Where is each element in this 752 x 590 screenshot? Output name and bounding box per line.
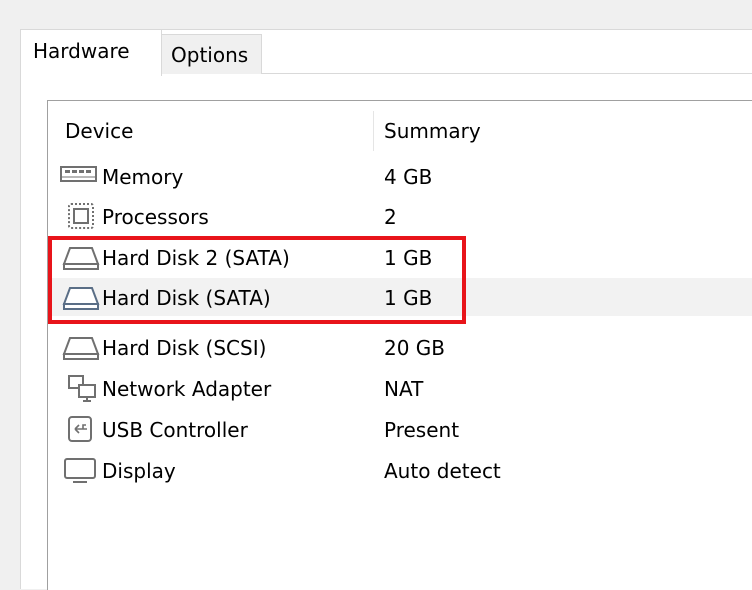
device-summary: 2 <box>384 205 397 229</box>
device-name: Processors <box>102 205 209 229</box>
tab-hardware[interactable]: Hardware <box>20 29 162 76</box>
device-row-hard-disk-scsi[interactable]: Hard Disk (SCSI) 20 GB <box>48 328 752 366</box>
device-summary: NAT <box>384 377 424 401</box>
memory-icon <box>58 161 100 191</box>
tab-options[interactable]: Options <box>162 34 262 74</box>
device-row-network-adapter[interactable]: Network Adapter NAT <box>48 369 752 407</box>
device-summary: Present <box>384 418 460 442</box>
device-row-usb-controller[interactable]: USB Controller Present <box>48 410 752 448</box>
device-summary: 20 GB <box>384 336 446 360</box>
highlight-annotation-box <box>48 236 466 324</box>
device-summary: Auto detect <box>384 459 501 483</box>
device-summary: 4 GB <box>384 165 433 189</box>
device-row-memory[interactable]: Memory 4 GB <box>48 157 752 195</box>
list-header: Device Summary <box>48 111 752 151</box>
device-row-display[interactable]: Display Auto detect <box>48 451 752 489</box>
column-header-summary[interactable]: Summary <box>384 119 481 143</box>
device-name: Network Adapter <box>102 377 272 401</box>
display-icon <box>58 455 100 485</box>
device-name: Memory <box>102 165 184 189</box>
processor-icon <box>58 201 100 231</box>
device-list[interactable]: Device Summary Memory 4 GB Processors 2 … <box>47 100 752 590</box>
column-divider[interactable] <box>373 111 374 151</box>
device-row-processors[interactable]: Processors 2 <box>48 197 752 235</box>
network-adapter-icon <box>58 373 100 403</box>
usb-icon <box>58 414 100 444</box>
column-header-device[interactable]: Device <box>65 119 133 143</box>
device-name: Display <box>102 459 176 483</box>
hard-disk-icon <box>58 332 100 362</box>
device-name: Hard Disk (SCSI) <box>102 336 267 360</box>
device-name: USB Controller <box>102 418 248 442</box>
